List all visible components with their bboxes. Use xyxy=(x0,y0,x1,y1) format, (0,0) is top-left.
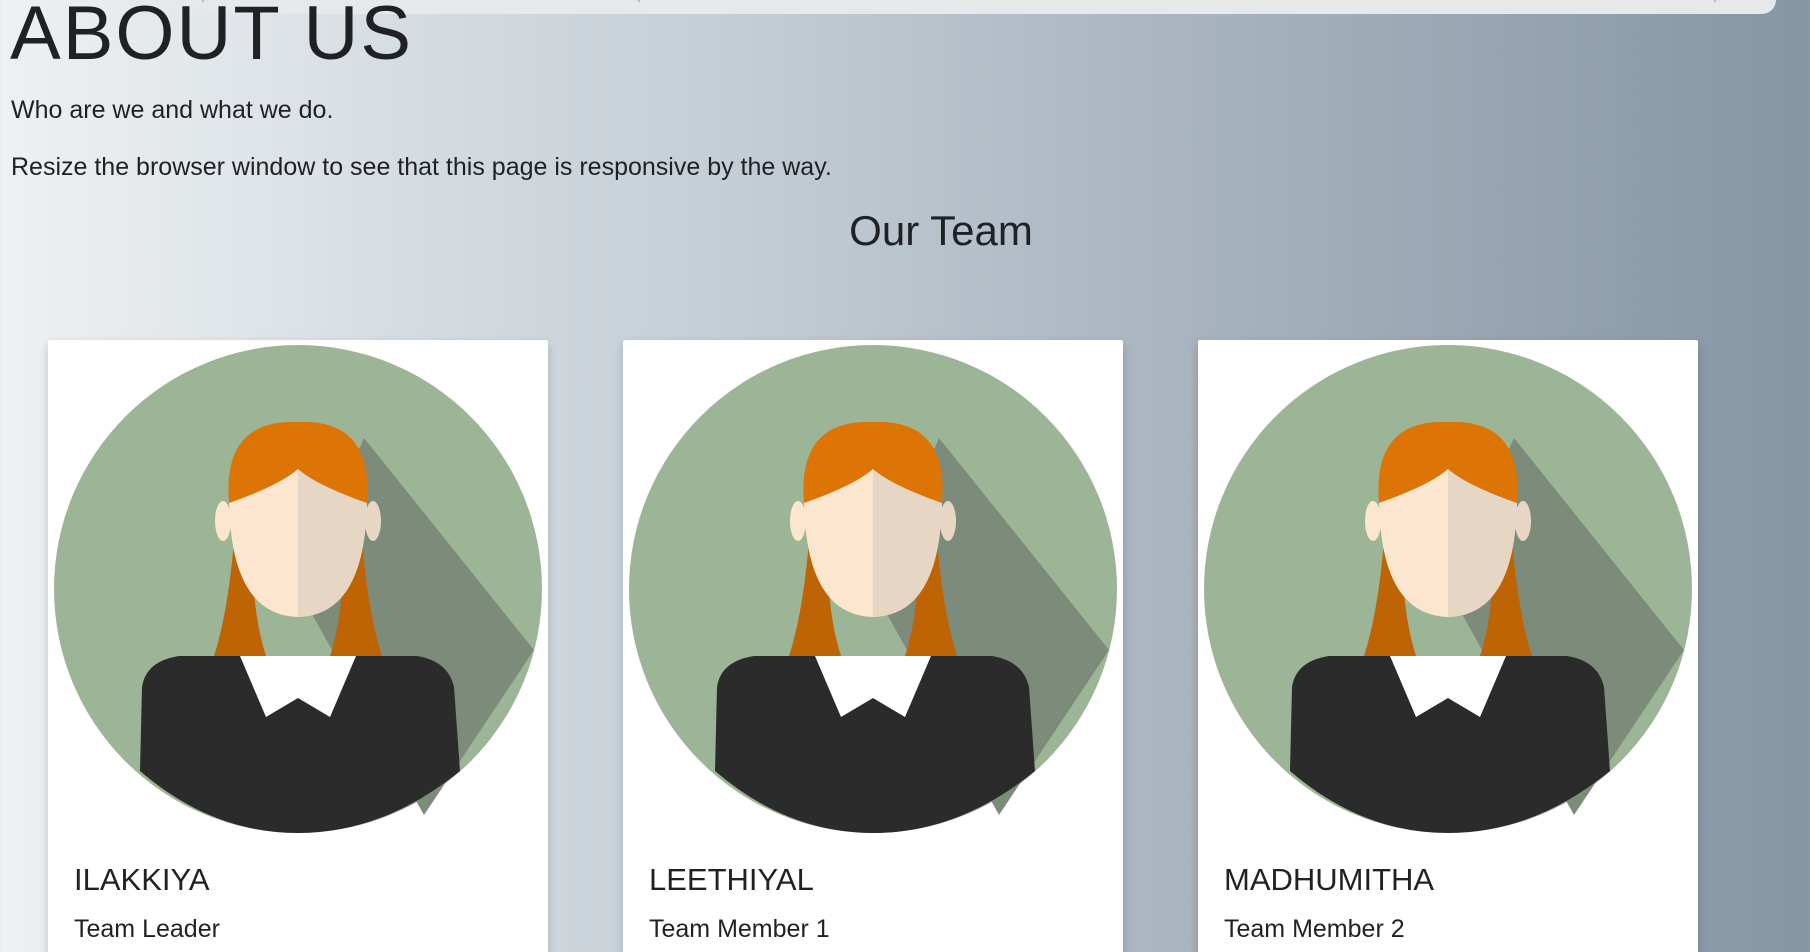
address-bar-action-icon[interactable] xyxy=(1714,0,1716,2)
team-card: MADHUMITHA Team Member 2 xyxy=(1198,340,1698,952)
avatar-ear-right xyxy=(1515,501,1531,541)
responsive-note: Resize the browser window to see that th… xyxy=(11,153,832,181)
address-bar-text-fragment xyxy=(638,0,640,2)
female-avatar-icon xyxy=(629,345,1117,833)
avatar-ear-left xyxy=(790,501,806,541)
team-card: LEETHIYAL Team Member 1 xyxy=(623,340,1123,952)
member-name: ILAKKIYA xyxy=(74,862,210,897)
female-avatar-icon xyxy=(54,345,542,833)
team-card: ILAKKIYA Team Leader xyxy=(48,340,548,952)
team-heading: Our Team xyxy=(849,207,1033,254)
avatar-ear-left xyxy=(1365,501,1381,541)
member-role: Team Leader xyxy=(74,915,220,943)
member-role: Team Member 1 xyxy=(649,915,830,943)
avatar-ear-right xyxy=(940,501,956,541)
page-title: ABOUT US xyxy=(10,0,414,76)
member-role: Team Member 2 xyxy=(1224,915,1405,943)
avatar-ear-right xyxy=(365,501,381,541)
member-name: MADHUMITHA xyxy=(1224,862,1435,897)
member-name: LEETHIYAL xyxy=(649,862,814,897)
female-avatar-icon xyxy=(1204,345,1692,833)
page-subtitle: Who are we and what we do. xyxy=(11,96,334,124)
avatar-ear-left xyxy=(215,501,231,541)
